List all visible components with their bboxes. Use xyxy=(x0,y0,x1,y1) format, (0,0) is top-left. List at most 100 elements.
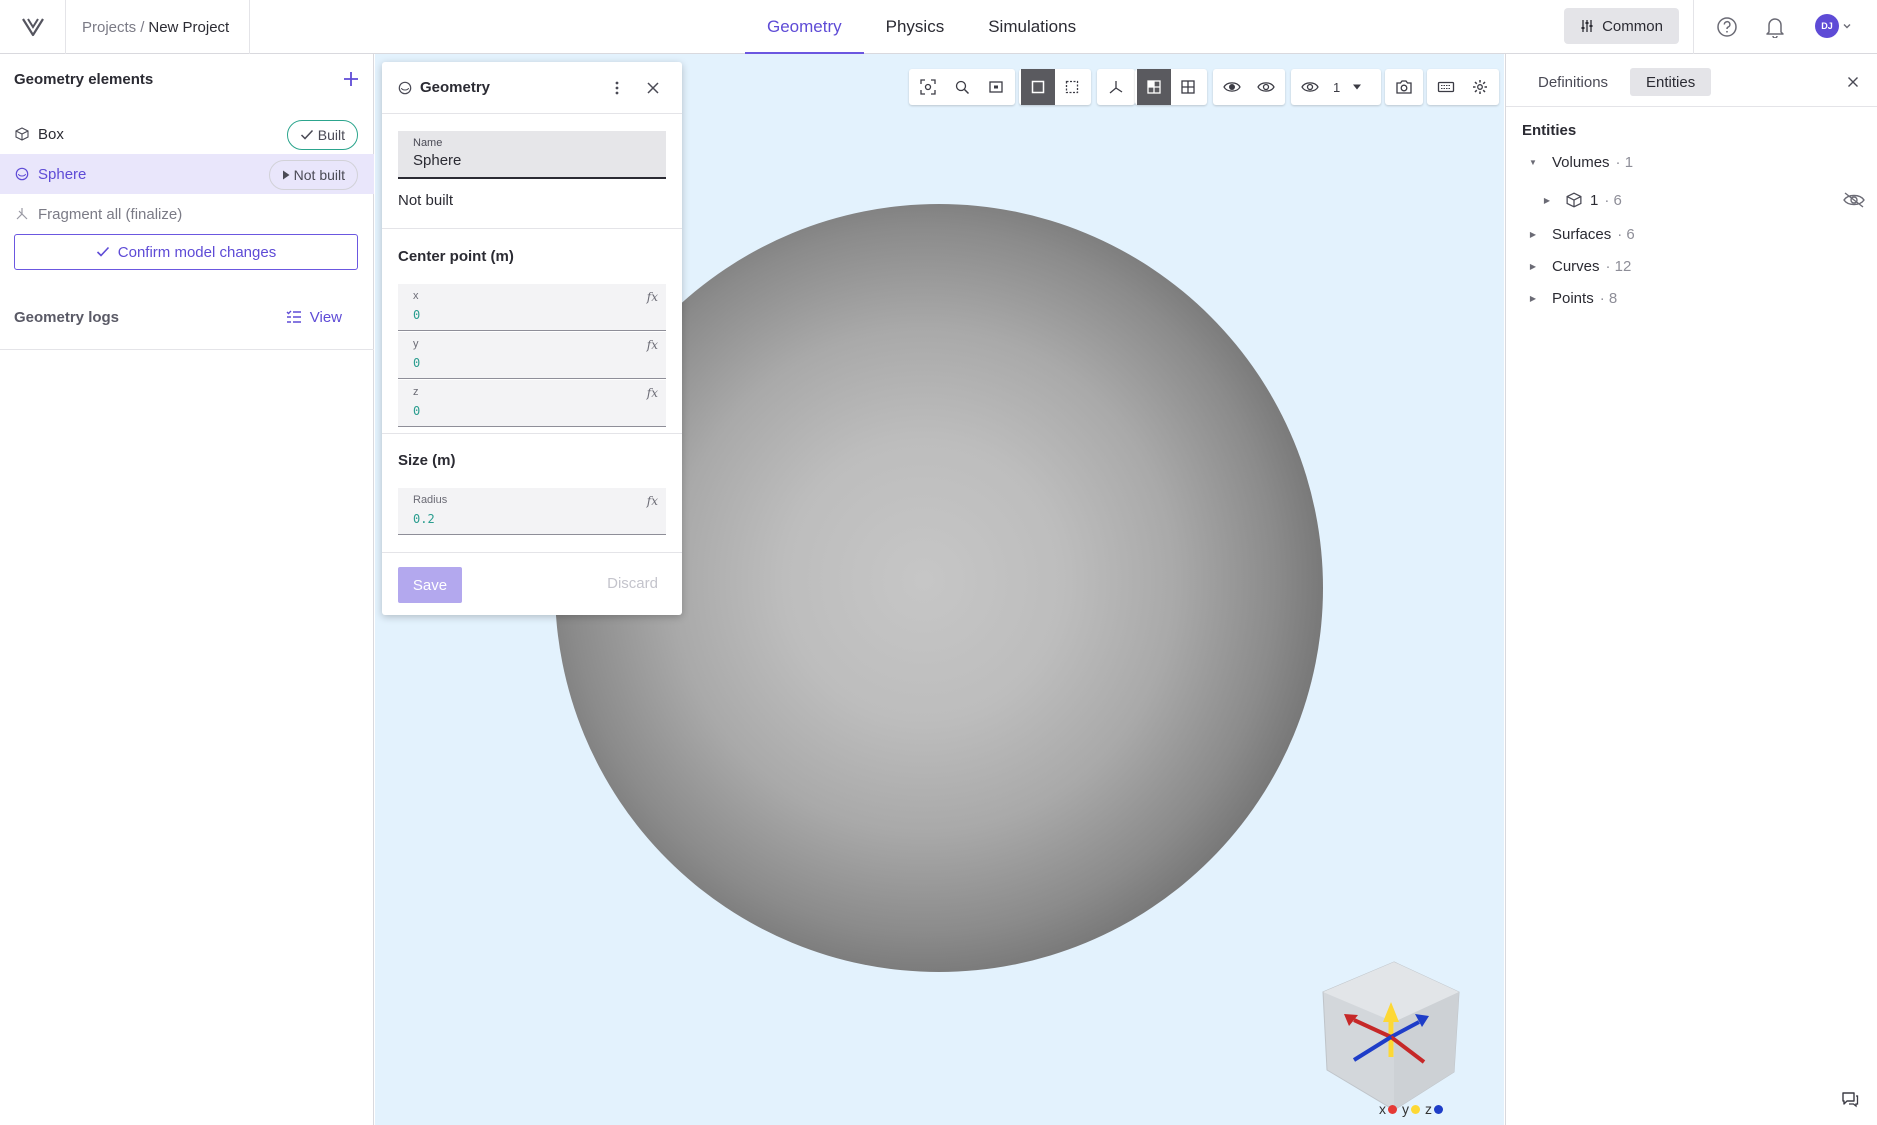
tree-volumes[interactable]: ▼ Volumes · 1 xyxy=(1526,150,1633,174)
geometry-item-sphere[interactable]: Sphere Not built xyxy=(0,154,374,194)
eye-icon xyxy=(1223,82,1241,92)
axis-x-label: x xyxy=(1379,1101,1386,1117)
tree-volume-1[interactable]: ▶ 1 · 6 xyxy=(1540,188,1622,212)
field-value[interactable]: 0.2 xyxy=(413,512,651,526)
tab-physics[interactable]: Physics xyxy=(864,0,967,54)
zoom-icon xyxy=(955,80,970,95)
app-logo[interactable] xyxy=(0,0,66,54)
tab-entities[interactable]: Entities xyxy=(1630,68,1712,96)
field-value[interactable]: 0 xyxy=(413,356,651,370)
center-point-title: Center point (m) xyxy=(398,248,514,265)
show-button[interactable] xyxy=(1215,69,1249,105)
name-field-value[interactable]: Sphere xyxy=(413,152,651,169)
center-y-field[interactable]: y 0 fx xyxy=(398,332,666,379)
solid-mode-button[interactable] xyxy=(1021,69,1055,105)
divider xyxy=(382,228,682,229)
more-options-button[interactable] xyxy=(604,75,630,101)
tree-count: · 1 xyxy=(1615,153,1634,171)
caret-right-icon[interactable]: ▶ xyxy=(1526,294,1540,303)
tree-label: 1 xyxy=(1590,191,1599,209)
settings-toolbar xyxy=(1427,69,1499,105)
caret-right-icon[interactable]: ▶ xyxy=(1526,262,1540,271)
topbar-divider xyxy=(1693,0,1694,54)
confirm-model-changes-button[interactable]: Confirm model changes xyxy=(14,234,358,270)
axes-toolbar xyxy=(1097,69,1135,105)
avatar: DJ xyxy=(1815,14,1839,38)
divider xyxy=(382,552,682,553)
notifications-button[interactable] xyxy=(1762,14,1788,40)
common-button[interactable]: Common xyxy=(1564,8,1679,44)
solid-box-icon xyxy=(1031,80,1045,94)
frame-icon xyxy=(989,81,1003,93)
hide-button[interactable] xyxy=(1249,69,1283,105)
feedback-button[interactable] xyxy=(1841,1090,1863,1112)
breadcrumb-projects[interactable]: Projects xyxy=(82,19,136,36)
axis-z-label: z xyxy=(1425,1101,1432,1117)
view-logs-label: View xyxy=(309,308,342,326)
hide-entity-button[interactable] xyxy=(1841,187,1867,213)
visibility-level-button[interactable] xyxy=(1293,69,1327,105)
grid-view-button[interactable] xyxy=(1171,69,1205,105)
tree-points[interactable]: ▶ Points · 8 xyxy=(1526,286,1617,310)
screenshot-button[interactable] xyxy=(1387,69,1421,105)
sphere-icon xyxy=(398,81,412,94)
tree-label: Volumes xyxy=(1552,153,1610,171)
section-view-button[interactable] xyxy=(1137,69,1171,105)
field-label: z xyxy=(413,386,419,398)
view-cube[interactable] xyxy=(1319,952,1469,1112)
user-menu[interactable]: DJ xyxy=(1815,14,1852,38)
geometry-item-fragment[interactable]: Fragment all (finalize) xyxy=(0,194,374,234)
caret-right-icon[interactable]: ▶ xyxy=(1526,230,1540,239)
field-value[interactable]: 0 xyxy=(413,404,651,418)
formula-icon[interactable]: fx xyxy=(647,386,658,400)
name-field[interactable]: Name Sphere xyxy=(398,131,666,179)
breadcrumb-separator: / xyxy=(140,18,145,36)
zoom-fit-button[interactable] xyxy=(911,69,945,105)
formula-icon[interactable]: fx xyxy=(647,338,658,352)
discard-button[interactable]: Discard xyxy=(607,575,658,592)
visibility-level-dropdown[interactable]: 1 xyxy=(1291,69,1381,105)
frame-button[interactable] xyxy=(979,69,1013,105)
caret-down-icon[interactable]: ▼ xyxy=(1526,158,1540,167)
field-value[interactable]: 0 xyxy=(413,308,651,322)
grid-icon xyxy=(1181,80,1195,94)
help-button[interactable] xyxy=(1714,14,1740,40)
axes-button[interactable] xyxy=(1099,69,1133,105)
entities-panel: Definitions Entities Entities ▼ Volumes … xyxy=(1505,54,1877,1125)
build-button[interactable]: Not built xyxy=(268,160,358,190)
close-entities-button[interactable] xyxy=(1841,70,1865,94)
geometry-logs-title: Geometry logs xyxy=(14,308,120,326)
tab-geometry[interactable]: Geometry xyxy=(745,0,864,55)
tab-definitions[interactable]: Definitions xyxy=(1522,68,1624,96)
geometry-item-box[interactable]: Box Built xyxy=(0,114,374,154)
center-x-field[interactable]: x 0 fx xyxy=(398,284,666,331)
build-status: Not built xyxy=(398,192,454,209)
eye-level-icon xyxy=(1301,82,1319,92)
tree-curves[interactable]: ▶ Curves · 12 xyxy=(1526,254,1631,278)
tree-surfaces[interactable]: ▶ Surfaces · 6 xyxy=(1526,222,1635,246)
common-label: Common xyxy=(1602,17,1663,35)
axis-x-dot xyxy=(1388,1104,1397,1114)
breadcrumb: Projects / New Project xyxy=(66,0,250,54)
axes-icon xyxy=(1109,81,1123,94)
formula-icon[interactable]: fx xyxy=(647,494,658,508)
built-status-button[interactable]: Built xyxy=(286,120,358,150)
size-title: Size (m) xyxy=(398,452,456,469)
save-button[interactable]: Save xyxy=(398,567,462,603)
radius-field[interactable]: Radius 0.2 fx xyxy=(398,488,666,535)
section-icon xyxy=(1147,80,1161,94)
camera-toolbar xyxy=(909,69,1015,105)
close-panel-button[interactable] xyxy=(640,75,666,101)
add-icon[interactable] xyxy=(342,70,360,88)
formula-icon[interactable]: fx xyxy=(647,290,658,304)
keyboard-button[interactable] xyxy=(1429,69,1463,105)
close-icon xyxy=(1848,77,1858,87)
zoom-selection-button[interactable] xyxy=(945,69,979,105)
center-z-field[interactable]: z 0 fx xyxy=(398,380,666,427)
wireframe-mode-button[interactable] xyxy=(1055,69,1089,105)
tab-simulations[interactable]: Simulations xyxy=(966,0,1098,54)
play-icon xyxy=(282,170,290,180)
view-logs-button[interactable]: View xyxy=(286,309,360,326)
viewport-settings-button[interactable] xyxy=(1463,69,1497,105)
caret-right-icon[interactable]: ▶ xyxy=(1540,196,1554,205)
